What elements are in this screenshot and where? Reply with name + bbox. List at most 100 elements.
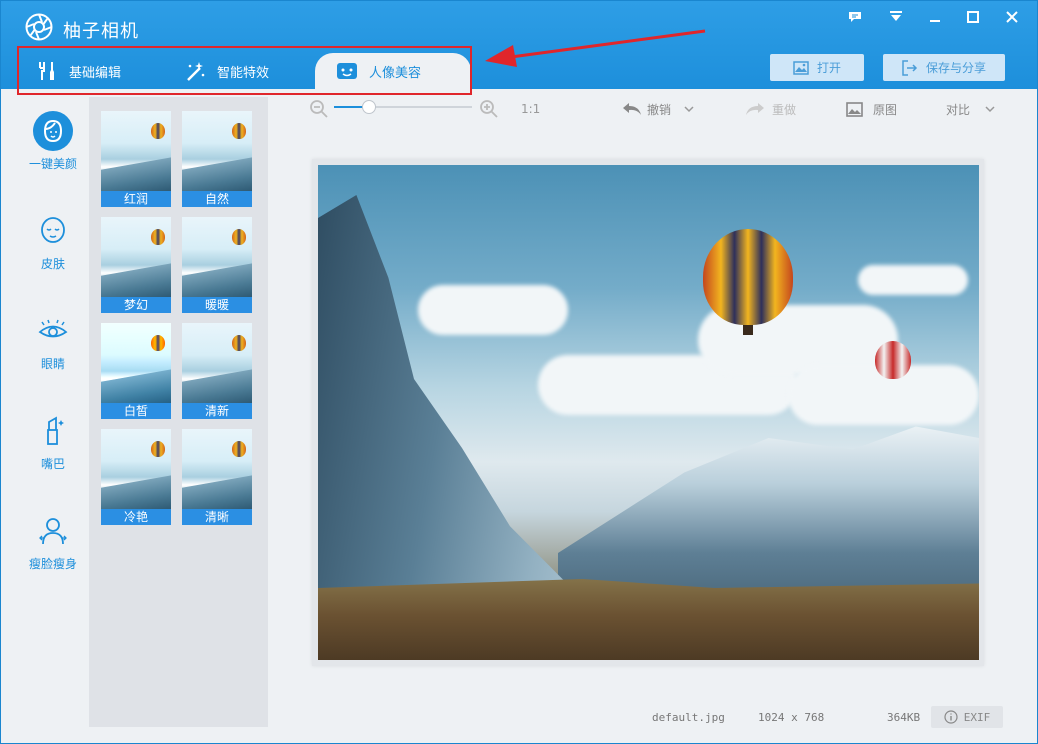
compare-button[interactable]: 对比 bbox=[946, 95, 970, 123]
tab-label: 基础编辑 bbox=[69, 65, 122, 81]
title-bar: 柚子相机 基础编辑 智能特效 人像美容 打开 保存与分享 bbox=[1, 1, 1037, 95]
skin-face-icon bbox=[33, 211, 73, 251]
camera-shutter-logo-icon bbox=[25, 13, 53, 41]
face-portrait-icon bbox=[335, 59, 359, 83]
redo-button[interactable]: 重做 bbox=[744, 95, 796, 123]
close-button[interactable] bbox=[1001, 7, 1023, 27]
image-icon bbox=[846, 101, 863, 117]
nav-item-label: 瘦脸瘦身 bbox=[28, 557, 77, 571]
nav-item-label: 皮肤 bbox=[40, 257, 65, 271]
preset-item[interactable]: 清新 bbox=[182, 323, 252, 419]
original-label: 原图 bbox=[873, 102, 898, 117]
preset-item[interactable]: 梦幻 bbox=[101, 217, 171, 313]
exif-label: EXIF bbox=[963, 710, 991, 724]
preset-label: 白皙 bbox=[101, 403, 171, 419]
preset-item[interactable]: 冷艳 bbox=[101, 429, 171, 525]
redo-label: 重做 bbox=[772, 102, 797, 117]
tools-icon bbox=[35, 59, 59, 83]
eye-icon bbox=[33, 311, 73, 351]
preset-item[interactable]: 暖暖 bbox=[182, 217, 252, 313]
preset-thumbnail bbox=[182, 217, 252, 297]
original-image-button[interactable]: 原图 bbox=[846, 95, 897, 123]
preset-label: 梦幻 bbox=[101, 297, 171, 313]
compare-label: 对比 bbox=[946, 102, 971, 117]
minimize-icon bbox=[930, 20, 940, 22]
redo-icon bbox=[746, 103, 764, 115]
nav-item-label: 眼睛 bbox=[40, 357, 65, 371]
nav-item-skin[interactable]: 皮肤 bbox=[17, 211, 89, 272]
nav-item-eyes[interactable]: 眼睛 bbox=[17, 311, 89, 372]
minimize-button[interactable] bbox=[924, 7, 946, 27]
maximize-icon bbox=[967, 11, 979, 23]
image-icon bbox=[793, 60, 809, 75]
status-filename: default.jpg bbox=[652, 711, 725, 724]
beauty-face-icon bbox=[33, 111, 73, 151]
status-filesize: 364KB bbox=[887, 711, 921, 724]
preset-thumbnail bbox=[182, 111, 252, 191]
open-label: 打开 bbox=[816, 61, 841, 75]
undo-label: 撤销 bbox=[647, 102, 672, 117]
preset-label: 红润 bbox=[101, 191, 171, 207]
feedback-button[interactable] bbox=[844, 7, 866, 27]
lipstick-icon bbox=[33, 411, 73, 451]
chat-icon bbox=[849, 11, 861, 22]
tab-smart-effects[interactable]: 智能特效 bbox=[183, 53, 269, 89]
zoom-slider-handle[interactable] bbox=[361, 100, 376, 114]
preset-thumbnail bbox=[182, 429, 252, 509]
preset-thumbnail bbox=[101, 429, 171, 509]
preset-label: 暖暖 bbox=[182, 297, 252, 313]
info-icon bbox=[944, 710, 958, 724]
undo-history-dropdown[interactable] bbox=[683, 95, 695, 123]
compare-dropdown[interactable] bbox=[984, 95, 996, 123]
close-icon bbox=[1006, 11, 1018, 23]
undo-icon bbox=[623, 103, 641, 115]
nav-item-label: 嘴巴 bbox=[40, 457, 65, 471]
slim-body-icon bbox=[33, 511, 73, 551]
preset-item[interactable]: 自然 bbox=[182, 111, 252, 207]
nav-item-label: 一键美颜 bbox=[28, 157, 77, 171]
preset-panel: 红润 自然 梦幻 暖暖 白皙 清新 冷艳 清晰 bbox=[89, 97, 268, 727]
preset-thumbnail bbox=[182, 323, 252, 403]
app-window: 柚子相机 基础编辑 智能特效 人像美容 打开 保存与分享 一键美颜 皮肤 眼睛 … bbox=[0, 0, 1038, 744]
status-dimensions: 1024 x 768 bbox=[758, 711, 825, 724]
zoom-out-button[interactable] bbox=[309, 95, 329, 123]
zoom-actual-size[interactable]: 1:1 bbox=[521, 95, 540, 123]
annotation-arrow-icon bbox=[485, 29, 706, 67]
photo-preview[interactable] bbox=[318, 165, 979, 660]
preset-thumbnail bbox=[101, 217, 171, 297]
undo-button[interactable]: 撤销 bbox=[621, 95, 671, 123]
menu-down-icon bbox=[890, 11, 902, 21]
save-share-label: 保存与分享 bbox=[925, 61, 986, 75]
tab-portrait-beauty[interactable]: 人像美容 bbox=[315, 53, 471, 89]
zoom-out-icon bbox=[310, 100, 328, 118]
preset-item[interactable]: 红润 bbox=[101, 111, 171, 207]
nav-item-one-click-beauty[interactable]: 一键美颜 bbox=[17, 111, 89, 172]
tab-label: 人像美容 bbox=[369, 65, 422, 81]
zoom-in-icon bbox=[480, 100, 498, 118]
exif-button[interactable]: EXIF bbox=[931, 706, 1003, 728]
nav-item-mouth[interactable]: 嘴巴 bbox=[17, 411, 89, 472]
preset-label: 清新 bbox=[182, 403, 252, 419]
preset-label: 自然 bbox=[182, 191, 252, 207]
tab-basic-edit[interactable]: 基础编辑 bbox=[35, 53, 121, 89]
chevron-down-icon bbox=[684, 106, 694, 113]
maximize-button[interactable] bbox=[962, 7, 984, 27]
menu-button[interactable] bbox=[885, 7, 907, 27]
app-title: 柚子相机 bbox=[63, 21, 139, 42]
preset-label: 清晰 bbox=[182, 509, 252, 525]
save-share-button[interactable]: 保存与分享 bbox=[883, 54, 1005, 81]
nav-item-slim[interactable]: 瘦脸瘦身 bbox=[17, 511, 89, 572]
preset-item[interactable]: 清晰 bbox=[182, 429, 252, 525]
zoom-slider[interactable] bbox=[334, 100, 472, 114]
preset-item[interactable]: 白皙 bbox=[101, 323, 171, 419]
preset-thumbnail bbox=[101, 111, 171, 191]
preset-thumbnail bbox=[101, 323, 171, 403]
preset-label: 冷艳 bbox=[101, 509, 171, 525]
magic-wand-icon bbox=[183, 59, 207, 83]
left-category-nav: 一键美颜 皮肤 眼睛 嘴巴 瘦脸瘦身 bbox=[17, 97, 89, 657]
chevron-down-icon bbox=[985, 106, 995, 113]
export-icon bbox=[902, 59, 918, 76]
open-button[interactable]: 打开 bbox=[770, 54, 864, 81]
zoom-in-button[interactable] bbox=[479, 95, 499, 123]
tab-label: 智能特效 bbox=[217, 65, 270, 81]
